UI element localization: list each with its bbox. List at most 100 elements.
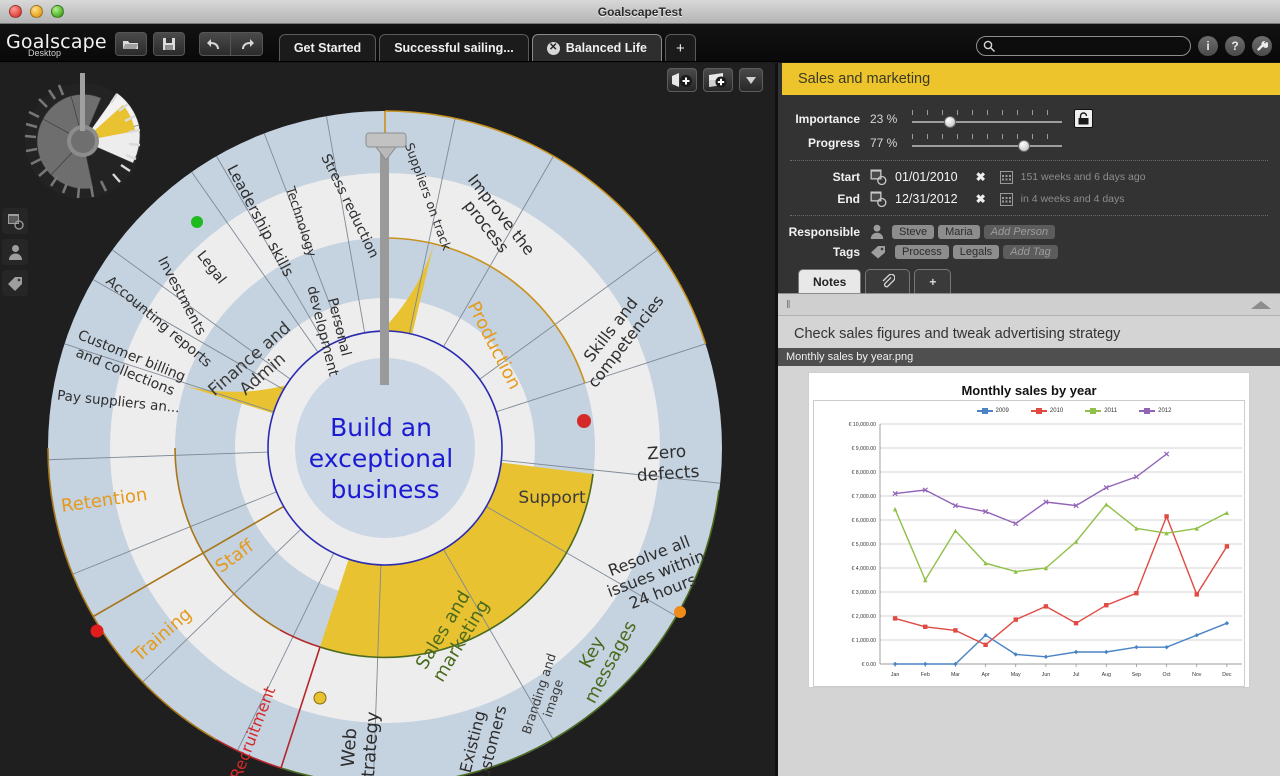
canvas-action-buttons[interactable]: [667, 68, 763, 92]
end-date-row: End 12/31/2012 ✖ in 4 weeks and 4 days: [778, 191, 1280, 207]
tags-row: Tags Process Legals Add Tag: [778, 245, 1280, 259]
save-button[interactable]: [152, 32, 185, 56]
open-button[interactable]: [114, 32, 147, 56]
svg-text:Jan: Jan: [891, 672, 899, 678]
slider-knob[interactable]: [943, 115, 956, 128]
tab-label: Successful sailing...: [394, 41, 514, 55]
end-calendar-picker-icon[interactable]: [999, 192, 1013, 206]
ring1-label-support[interactable]: Support: [518, 488, 586, 508]
svg-text:€ 4,000.00: € 4,000.00: [851, 566, 876, 572]
start-calendar-picker-icon[interactable]: [999, 170, 1013, 184]
search-box[interactable]: [976, 36, 1191, 56]
close-icon[interactable]: ✕: [546, 41, 560, 55]
collapse-panel-button[interactable]: [1250, 300, 1272, 310]
status-dot-red[interactable]: [90, 624, 104, 638]
date-filter-icon[interactable]: [2, 208, 28, 234]
slider-track: [912, 120, 1062, 123]
person-icon: [870, 224, 884, 239]
save-disk-icon: [162, 37, 176, 51]
slider-track: [912, 145, 1062, 147]
center-goal-label: Build an exceptional business: [309, 413, 461, 504]
drag-handle-icon[interactable]: ‖: [786, 299, 791, 311]
search-input[interactable]: [996, 40, 1176, 52]
maximize-window-button[interactable]: [51, 5, 64, 18]
person-chip-maria[interactable]: Maria: [938, 224, 980, 239]
add-person-button[interactable]: Add Person: [983, 224, 1056, 239]
svg-text:€ 3,000.00: € 3,000.00: [851, 590, 876, 596]
undo-arrow-icon: [206, 38, 224, 51]
goal-canvas[interactable]: Build an exceptional business Finance an…: [0, 63, 775, 776]
settings-button[interactable]: [1252, 36, 1272, 56]
tab-label: Notes: [813, 274, 847, 289]
end-calendar-icon[interactable]: [870, 191, 887, 207]
note-text[interactable]: Check sales figures and tweak advertisin…: [778, 316, 1280, 348]
notes-content-area[interactable]: ‖ Check sales figures and tweak advertis…: [778, 293, 1280, 776]
legend-item: 2011: [1085, 408, 1117, 414]
undo-button[interactable]: [198, 32, 231, 56]
notes-tab-bar[interactable]: Notes +: [798, 269, 1280, 293]
add-note-tab-button[interactable]: +: [914, 269, 952, 293]
filter-icon-group[interactable]: [2, 208, 28, 296]
document-tabs[interactable]: Get Started Successful sailing... ✕ Bala…: [278, 24, 699, 61]
clear-end-date-button[interactable]: ✖: [976, 192, 986, 206]
svg-text:€ 9,000.00: € 9,000.00: [851, 446, 876, 452]
minimize-window-button[interactable]: [30, 5, 43, 18]
plus-icon: +: [929, 274, 937, 289]
status-dot-flag[interactable]: [577, 414, 591, 428]
tab-label: Balanced Life: [565, 41, 647, 55]
lock-importance-button[interactable]: [1074, 109, 1093, 128]
tag-chip-legals[interactable]: Legals: [952, 245, 1000, 259]
svg-text:€ 0.00: € 0.00: [862, 662, 877, 668]
attachment-chart-image[interactable]: Monthly sales by year 2009 2010 2011 2012 €…: [808, 372, 1250, 688]
close-window-button[interactable]: [9, 5, 22, 18]
svg-text:Nov: Nov: [1192, 672, 1202, 678]
importance-row: Importance 23 %: [778, 109, 1280, 128]
start-date-value[interactable]: 01/01/2010: [895, 170, 958, 184]
svg-text:Oct: Oct: [1163, 672, 1172, 678]
canvas-more-button[interactable]: [739, 68, 763, 92]
tag-chip-process[interactable]: Process: [895, 245, 949, 259]
attachment-filename[interactable]: Monthly sales by year.png: [778, 348, 1280, 366]
start-label: Start: [832, 170, 860, 184]
redo-button[interactable]: [230, 32, 263, 56]
tab-successful-sailing[interactable]: Successful sailing...: [379, 34, 529, 61]
svg-text:€ 5,000.00: € 5,000.00: [851, 542, 876, 548]
clear-start-date-button[interactable]: ✖: [976, 170, 986, 184]
tab-balanced-life[interactable]: ✕ Balanced Life: [531, 34, 662, 61]
svg-text:€ 7,000.00: € 7,000.00: [851, 494, 876, 500]
legend-label: 2012: [1158, 408, 1172, 414]
app-toolbar: Goalscape Desktop Get Started Successful…: [0, 24, 1280, 62]
end-date-value[interactable]: 12/31/2012: [895, 192, 958, 206]
tab-notes[interactable]: Notes: [798, 269, 862, 293]
add-sibling-goal-button[interactable]: [703, 68, 733, 92]
start-date-row: Start 01/01/2010 ✖ 151 weeks and 6 days …: [778, 169, 1280, 185]
tab-attachments[interactable]: [865, 269, 911, 293]
importance-slider[interactable]: [912, 109, 1062, 128]
add-subgoal-button[interactable]: [667, 68, 697, 92]
progress-label: Progress: [807, 136, 860, 150]
overview-minimap[interactable]: [18, 73, 148, 203]
svg-text:Aug: Aug: [1102, 672, 1111, 678]
legend-marker: [976, 408, 993, 414]
focus-handle[interactable]: [313, 691, 327, 705]
start-calendar-icon[interactable]: [870, 169, 887, 185]
plus-icon: +: [675, 39, 685, 57]
info-button[interactable]: i: [1198, 36, 1218, 56]
add-tag-button[interactable]: Add Tag: [1003, 245, 1058, 259]
tag-filter-icon[interactable]: [2, 270, 28, 296]
status-dot-orange-right[interactable]: [674, 606, 686, 618]
person-chip-steve[interactable]: Steve: [892, 224, 935, 239]
legend-item: 2010: [1030, 408, 1063, 414]
redo-arrow-icon: [237, 38, 255, 51]
svg-text:€ 8,000.00: € 8,000.00: [851, 470, 876, 476]
status-dot-green[interactable]: [191, 216, 203, 228]
help-button[interactable]: ?: [1225, 36, 1245, 56]
person-filter-icon[interactable]: [2, 239, 28, 265]
tab-get-started[interactable]: Get Started: [278, 34, 377, 61]
legend-item: 2012: [1139, 408, 1171, 414]
new-tab-button[interactable]: +: [664, 34, 696, 61]
slider-knob[interactable]: [1018, 140, 1031, 152]
end-label: End: [837, 192, 860, 206]
progress-slider[interactable]: [912, 134, 1062, 152]
window-controls[interactable]: [9, 5, 64, 18]
